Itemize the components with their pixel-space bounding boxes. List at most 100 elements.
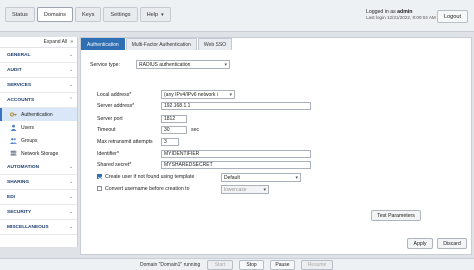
sidebar-item-groups[interactable]: Groups [0,134,77,147]
chevron-down-icon: ⌄ [68,82,73,88]
timeout-unit: sec [191,127,200,133]
local-address-select[interactable]: (any IPv4/IPv6 network i ▾ [161,90,235,99]
shared-secret-input[interactable]: MYSHAREDSECRET [161,161,311,169]
tab-authentication[interactable]: Authentication [81,38,125,50]
test-parameters-button[interactable]: Test Parameters [371,210,421,221]
login-prefix: Logged in as [366,9,396,15]
template-value: Default [224,174,240,181]
login-user: admin [397,9,413,15]
network-storage-icon [10,150,17,156]
chevron-down-icon: ▾ [224,61,227,68]
tab-domains[interactable]: Domains [36,7,73,22]
tab-settings[interactable]: Settings [103,7,138,22]
local-address-value: (any IPv4/IPv6 network i [164,91,218,98]
tab-help-label: Help [146,11,159,18]
section-label: MISCELLANEOUS [7,224,49,230]
expand-all-button[interactable]: Expand All » [0,37,77,48]
sidebar-section-general[interactable]: GENERAL ⌄ [0,48,77,63]
group-icon [10,138,17,144]
timeout-label: Timeout [97,127,116,133]
sidebar-section-edi[interactable]: EDI ⌄ [0,190,77,205]
convert-username-label: Convert username before creation to [105,186,190,192]
tab-multi-factor-authentication[interactable]: Multi-Factor Authentication [125,38,197,50]
template-select[interactable]: Default ▾ [221,173,301,182]
sidebar-section-sharing[interactable]: SHARING ⌄ [0,175,77,190]
convert-username-row: Convert username before creation to [97,186,190,192]
content-panel: Authentication Multi-Factor Authenticati… [80,37,472,255]
sidebar-section-miscellaneous[interactable]: MISCELLANEOUS ⌄ [0,220,77,235]
chevron-down-icon: ⌄ [68,194,73,200]
chevron-down-icon: ▾ [161,11,164,18]
sidebar-item-label: Network Storage [21,150,59,157]
expand-all-label: Expand All [43,39,68,45]
user-icon [10,124,17,131]
identifier-label: Identifier* [97,151,119,157]
top-bar: Status Domains Keys Settings Help ▾ Logg… [0,0,474,32]
discard-button[interactable]: Discard [437,238,467,249]
server-port-input[interactable]: 1812 [161,115,187,123]
logout-button[interactable]: Logout [437,10,468,23]
sidebar-item-label: Groups [21,137,38,144]
create-user-checkbox[interactable] [97,174,102,180]
sidebar-section-audit[interactable]: AUDIT ⌄ [0,63,77,78]
sidebar-item-authentication[interactable]: Authentication [0,108,77,121]
chevron-down-icon: ⌄ [68,209,73,215]
section-label: AUDIT [7,67,22,73]
main-tabs: Status Domains Keys Settings Help ▾ [5,7,171,22]
chevron-double-down-icon: » [70,39,73,45]
sidebar-item-label: Authentication [21,111,53,118]
server-port-label: Server port [97,116,123,122]
section-label: AUTOMATION [7,164,40,170]
tab-keys[interactable]: Keys [74,7,102,22]
section-label: EDI [7,194,15,200]
shared-secret-label: Shared secret* [97,162,132,168]
service-type-value: RADIUS authentication [139,61,191,68]
sidebar-section-accounts[interactable]: ACCOUNTS ⌃ [0,93,77,108]
tab-status[interactable]: Status [5,7,35,22]
tab-web-sso[interactable]: Web SSO [197,38,233,50]
section-label: GENERAL [7,52,31,58]
sidebar-item-label: Users [21,124,35,131]
domain-status: Domain "Domain1" running [140,262,201,268]
max-retransmit-input[interactable]: 3 [161,138,179,146]
sidebar: Expand All » GENERAL ⌄ AUDIT ⌄ SERVICES ⌄ A… [0,37,78,247]
sidebar-section-automation[interactable]: AUTOMATION ⌄ [0,160,77,175]
start-button[interactable]: Start [207,260,233,270]
chevron-down-icon: ⌄ [68,67,73,73]
resume-button[interactable]: Resume [301,260,333,270]
sidebar-item-users[interactable]: Users [0,121,77,134]
create-user-row: Create user if not found using template [97,174,194,180]
service-type-select[interactable]: RADIUS authentication ▾ [136,60,230,69]
chevron-down-icon: ⌄ [68,52,73,58]
local-address-label: Local address* [97,92,132,98]
convert-username-checkbox[interactable] [97,186,102,192]
section-label: SECURITY [7,209,32,215]
create-user-label: Create user if not found using template [105,174,195,180]
chevron-down-icon: ▾ [295,174,298,181]
convert-case-select[interactable]: lowercase ▾ [221,185,269,194]
sidebar-item-network-storage[interactable]: Network Storage [0,147,77,160]
chevron-down-icon: ⌄ [68,224,73,230]
chevron-down-icon: ▾ [263,186,266,193]
key-icon [10,112,17,117]
chevron-down-icon: ⌄ [68,179,73,185]
tab-help[interactable]: Help ▾ [139,7,171,22]
apply-button[interactable]: Apply [407,238,433,249]
service-type-label: Service type: [90,62,120,68]
max-retransmit-label: Max retransmit attempts [97,139,153,145]
section-label: SHARING [7,179,30,185]
server-address-input[interactable]: 192.168.1.1 [161,102,311,110]
chevron-down-icon: ⌄ [68,164,73,170]
server-address-label: Server address* [97,103,135,109]
chevron-up-icon: ⌃ [68,97,73,103]
login-info: Logged in as admin Last login 12/21/2022… [366,9,436,22]
identifier-input[interactable]: MYIDENTIFIER [161,150,311,158]
chevron-down-icon: ▾ [229,91,232,98]
sidebar-section-security[interactable]: SECURITY ⌄ [0,205,77,220]
stop-button[interactable]: Stop [239,260,264,270]
convert-case-value: lowercase [224,186,247,193]
pause-button[interactable]: Pause [270,260,295,270]
timeout-input[interactable]: 30 [161,126,187,134]
sidebar-section-services[interactable]: SERVICES ⌄ [0,78,77,93]
section-label: ACCOUNTS [7,97,35,103]
